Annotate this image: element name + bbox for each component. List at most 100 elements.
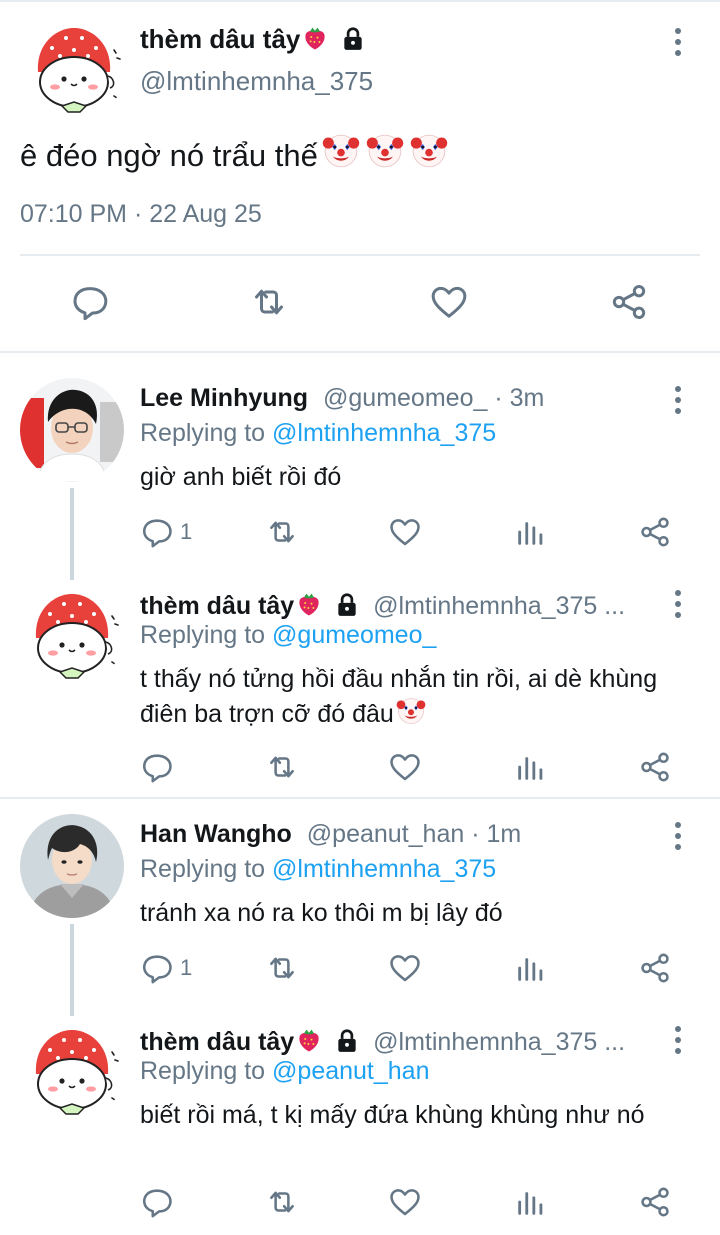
stats-icon[interactable] <box>514 515 548 549</box>
like-button[interactable] <box>388 750 422 784</box>
stats-icon[interactable] <box>514 750 548 784</box>
stats-button[interactable] <box>514 951 548 985</box>
clown-icon <box>365 134 404 168</box>
more-options-icon[interactable] <box>666 1026 690 1054</box>
reply-header[interactable]: thèm dâu tây @lmtinhemnha_375 ... <box>140 1024 625 1057</box>
replying-to-link[interactable]: @gumeomeo_ <box>272 621 436 649</box>
retweet-icon[interactable] <box>265 951 299 985</box>
retweet-button[interactable] <box>265 1185 299 1219</box>
stats-button[interactable] <box>514 1185 548 1219</box>
more-options-icon[interactable] <box>666 386 690 414</box>
reply-count: 1 <box>180 955 193 980</box>
author-handle[interactable]: @lmtinhemnha_375 ... <box>373 592 625 620</box>
reply-text: tránh xa nó ra ko thôi m bị lây đó <box>140 899 503 927</box>
author-handle[interactable]: @lmtinhemnha_375 ... <box>373 1028 625 1056</box>
replying-to-label: Replying to <box>140 419 273 447</box>
reply-count: 1 <box>180 519 193 544</box>
like-button[interactable] <box>388 515 422 549</box>
share-button[interactable] <box>638 951 672 985</box>
stats-button[interactable] <box>514 750 548 784</box>
replying-to-link[interactable]: @peanut_han <box>272 1057 429 1085</box>
like-icon[interactable] <box>429 282 469 322</box>
author-name[interactable]: thèm dâu tây <box>140 592 294 620</box>
avatar[interactable] <box>22 16 126 120</box>
retweet-button[interactable] <box>265 951 299 985</box>
retweet-button[interactable] <box>265 750 299 784</box>
lock-icon <box>343 27 364 52</box>
strawberry-icon <box>299 593 319 616</box>
divider <box>0 351 720 353</box>
like-icon[interactable] <box>388 515 422 549</box>
retweet-icon[interactable] <box>265 515 299 549</box>
reply-header[interactable]: Han Wangho @peanut_han · 1m <box>140 820 521 849</box>
share-icon[interactable] <box>638 1185 672 1219</box>
reply-icon[interactable] <box>140 750 174 784</box>
like-button[interactable] <box>388 951 422 985</box>
share-icon[interactable] <box>638 515 672 549</box>
reply-icon[interactable] <box>140 515 174 549</box>
share-icon[interactable] <box>638 750 672 784</box>
replying-to-label: Replying to <box>140 621 273 649</box>
like-icon[interactable] <box>388 1185 422 1219</box>
retweet-icon[interactable] <box>265 1185 299 1219</box>
stats-icon[interactable] <box>514 1185 548 1219</box>
avatar[interactable] <box>20 814 124 918</box>
like-icon[interactable] <box>388 951 422 985</box>
strawberry-icon <box>299 1029 319 1052</box>
reply-icon[interactable] <box>140 1185 174 1219</box>
share-button[interactable] <box>638 750 672 784</box>
replying-to: Replying to @gumeomeo_ <box>140 621 436 650</box>
like-button[interactable] <box>388 1185 422 1219</box>
reply-text: biết rồi má, t kị mấy đứa khùng khùng nh… <box>140 1101 645 1129</box>
tweet-text-content: ê đéo ngờ nó trẩu thế <box>20 138 318 173</box>
replying-to-link[interactable]: @lmtinhemnha_375 <box>272 419 496 447</box>
avatar[interactable] <box>20 378 124 482</box>
avatar[interactable] <box>20 1018 124 1122</box>
tweet-timestamp: 07:10 PM · 22 Aug 25 <box>20 200 262 228</box>
author-name[interactable]: Han Wangho <box>140 820 292 848</box>
reply-button[interactable]: 1 <box>140 515 192 549</box>
reply-icon[interactable] <box>140 951 174 985</box>
replying-to-link[interactable]: @lmtinhemnha_375 <box>272 855 496 883</box>
reply-button[interactable] <box>140 750 180 784</box>
retweet-button[interactable] <box>265 515 299 549</box>
avatar[interactable] <box>20 582 124 686</box>
stats-icon[interactable] <box>514 951 548 985</box>
reply-button[interactable]: 1 <box>140 951 192 985</box>
author-name[interactable]: thèm dâu tây <box>140 22 366 55</box>
author-handle[interactable]: @peanut_han · 1m <box>307 820 521 848</box>
share-button[interactable] <box>638 1185 672 1219</box>
clown-icon <box>321 134 360 168</box>
lock-icon <box>337 1029 358 1054</box>
author-name[interactable]: thèm dâu tây <box>140 1028 294 1056</box>
replying-to: Replying to @peanut_han <box>140 1057 430 1086</box>
more-options-icon[interactable] <box>666 822 690 850</box>
reply-icon[interactable] <box>70 282 110 322</box>
author-name[interactable]: Lee Minhyung <box>140 384 308 412</box>
divider <box>0 797 720 799</box>
reply-header[interactable]: thèm dâu tây @lmtinhemnha_375 ... <box>140 588 625 621</box>
clown-icon <box>395 697 426 725</box>
share-icon[interactable] <box>638 951 672 985</box>
replying-to: Replying to @lmtinhemnha_375 <box>140 855 496 884</box>
author-handle[interactable]: @lmtinhemnha_375 <box>140 66 373 97</box>
tweet-text: ê đéo ngờ nó trẩu thế <box>20 132 448 174</box>
retweet-icon[interactable] <box>265 750 299 784</box>
share-icon[interactable] <box>609 282 649 322</box>
more-options-icon[interactable] <box>666 28 690 56</box>
reply-header[interactable]: Lee Minhyung @gumeomeo_ · 3m <box>140 384 544 413</box>
clown-icon <box>409 134 448 168</box>
reply-button[interactable] <box>140 1185 180 1219</box>
author-name-text[interactable]: thèm dâu tây <box>140 24 300 54</box>
more-options-icon[interactable] <box>666 590 690 618</box>
main-tweet: thèm dâu tây @lmtinhemnha_375 ê đéo ngờ … <box>0 0 720 352</box>
author-handle[interactable]: @gumeomeo_ · 3m <box>323 384 544 412</box>
replying-to-label: Replying to <box>140 1057 273 1085</box>
like-icon[interactable] <box>388 750 422 784</box>
share-button[interactable] <box>638 515 672 549</box>
stats-button[interactable] <box>514 515 548 549</box>
thread-line <box>70 924 74 1016</box>
divider <box>20 254 700 256</box>
reply-text: giờ anh biết rồi đó <box>140 463 342 491</box>
retweet-icon[interactable] <box>249 282 289 322</box>
